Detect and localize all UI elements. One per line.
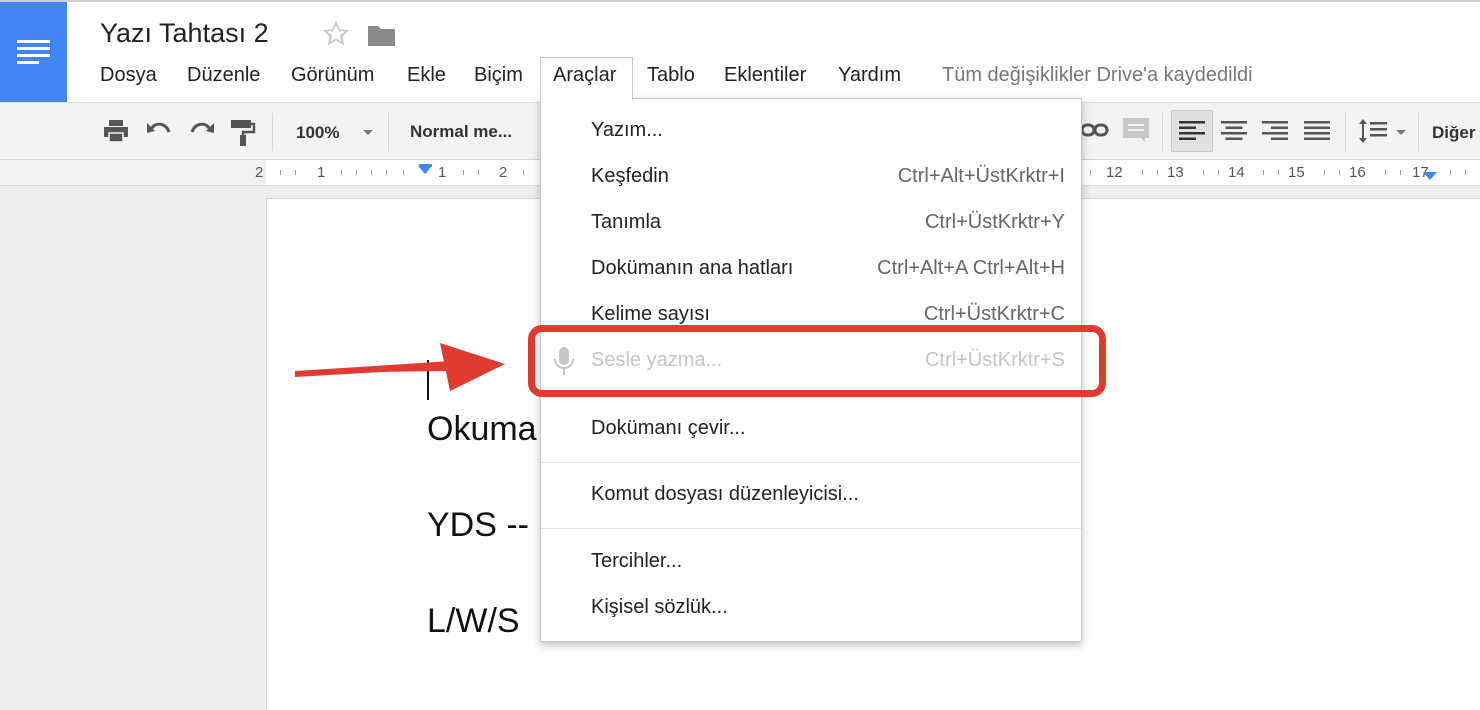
star-icon[interactable] [322,20,350,48]
undo-icon[interactable] [145,119,173,143]
zoom-select[interactable]: 100% [296,123,339,143]
line-spacing-icon[interactable] [1358,118,1388,144]
align-right-icon[interactable] [1262,121,1288,141]
ruler-label: 16 [1349,164,1366,181]
paragraph-style-select[interactable]: Normal me... [410,122,512,142]
document-title[interactable]: Yazı Tahtası 2 [100,18,269,49]
menu-item-personal-dictionary[interactable]: Kişisel sözlük... [541,588,1081,628]
document-line[interactable]: Okuma [427,410,537,449]
print-icon[interactable] [103,119,129,143]
ruler-label: 14 [1228,164,1245,181]
document-line[interactable]: YDS -- [427,506,529,545]
ruler-label: 1 [317,164,326,181]
menu-item-preferences[interactable]: Tercihler... [541,542,1081,582]
ruler-label: 13 [1167,164,1184,181]
menu-item-script-editor[interactable]: Komut dosyası düzenleyicisi... [541,475,1081,515]
left-indent-marker[interactable] [418,166,432,174]
align-center-icon[interactable] [1221,121,1247,141]
shortcut-label: Ctrl+ÜstKrktr+Y [924,211,1065,233]
comment-icon[interactable] [1122,117,1150,143]
menu-edit[interactable]: Düzenle [187,64,260,87]
menu-item-document-outline[interactable]: Dokümanın ana hatları Ctrl+Alt+A Ctrl+Al… [541,249,1081,289]
menu-addons[interactable]: Eklentiler [724,64,806,87]
more-button[interactable]: Diğer [1432,123,1475,143]
docs-logo-icon[interactable] [0,2,67,102]
paint-format-icon[interactable] [230,119,256,147]
folder-icon[interactable] [367,23,396,47]
ruler-label: 1 [438,164,447,181]
menu-item-translate-document[interactable]: Dokümanı çevir... [541,409,1081,449]
align-justify-icon[interactable] [1304,121,1330,141]
menu-view[interactable]: Görünüm [291,64,374,87]
shortcut-label: Ctrl+Alt+A Ctrl+Alt+H [877,257,1065,279]
align-left-icon [1179,121,1205,140]
document-line[interactable]: L/W/S [427,602,520,641]
header: Yazı Tahtası 2 Dosya Düzenle Görünüm Ekl… [0,0,1480,102]
menu-divider [541,528,1081,529]
align-left-button[interactable] [1171,110,1213,152]
save-status[interactable]: Tüm değişiklikler Drive'a kaydedildi [942,64,1253,87]
menu-item-define[interactable]: Tanımla Ctrl+ÜstKrktr+Y [541,203,1081,243]
menu-format[interactable]: Biçim [474,64,523,87]
top-border [0,0,1480,2]
menu-file[interactable]: Dosya [100,64,157,87]
menu-tools[interactable]: Araçlar [540,57,633,100]
menu-insert[interactable]: Ekle [407,64,446,87]
ruler-label: 12 [1106,164,1123,181]
annotation-arrow [295,343,505,391]
menu-divider [541,462,1081,463]
shortcut-label: Ctrl+Alt+ÜstKrktr+I [897,165,1065,187]
redo-icon[interactable] [188,119,216,143]
menu-item-explore[interactable]: Keşfedin Ctrl+Alt+ÜstKrktr+I [541,157,1081,197]
link-icon[interactable] [1080,121,1110,141]
ruler-label: 15 [1288,164,1305,181]
zoom-dropdown-icon[interactable] [363,130,373,135]
line-spacing-dropdown-icon[interactable] [1396,130,1406,135]
shortcut-label: Ctrl+ÜstKrktr+C [923,303,1065,325]
first-line-indent-marker[interactable] [419,164,432,167]
menu-help[interactable]: Yardım [838,64,901,87]
ruler-label: 2 [499,164,508,181]
ruler-label: 2 [255,164,264,181]
menu-item-spelling[interactable]: Yazım... [541,111,1081,151]
highlight-box [528,325,1106,397]
menu-table[interactable]: Tablo [647,64,695,87]
right-indent-marker[interactable] [1423,172,1437,180]
